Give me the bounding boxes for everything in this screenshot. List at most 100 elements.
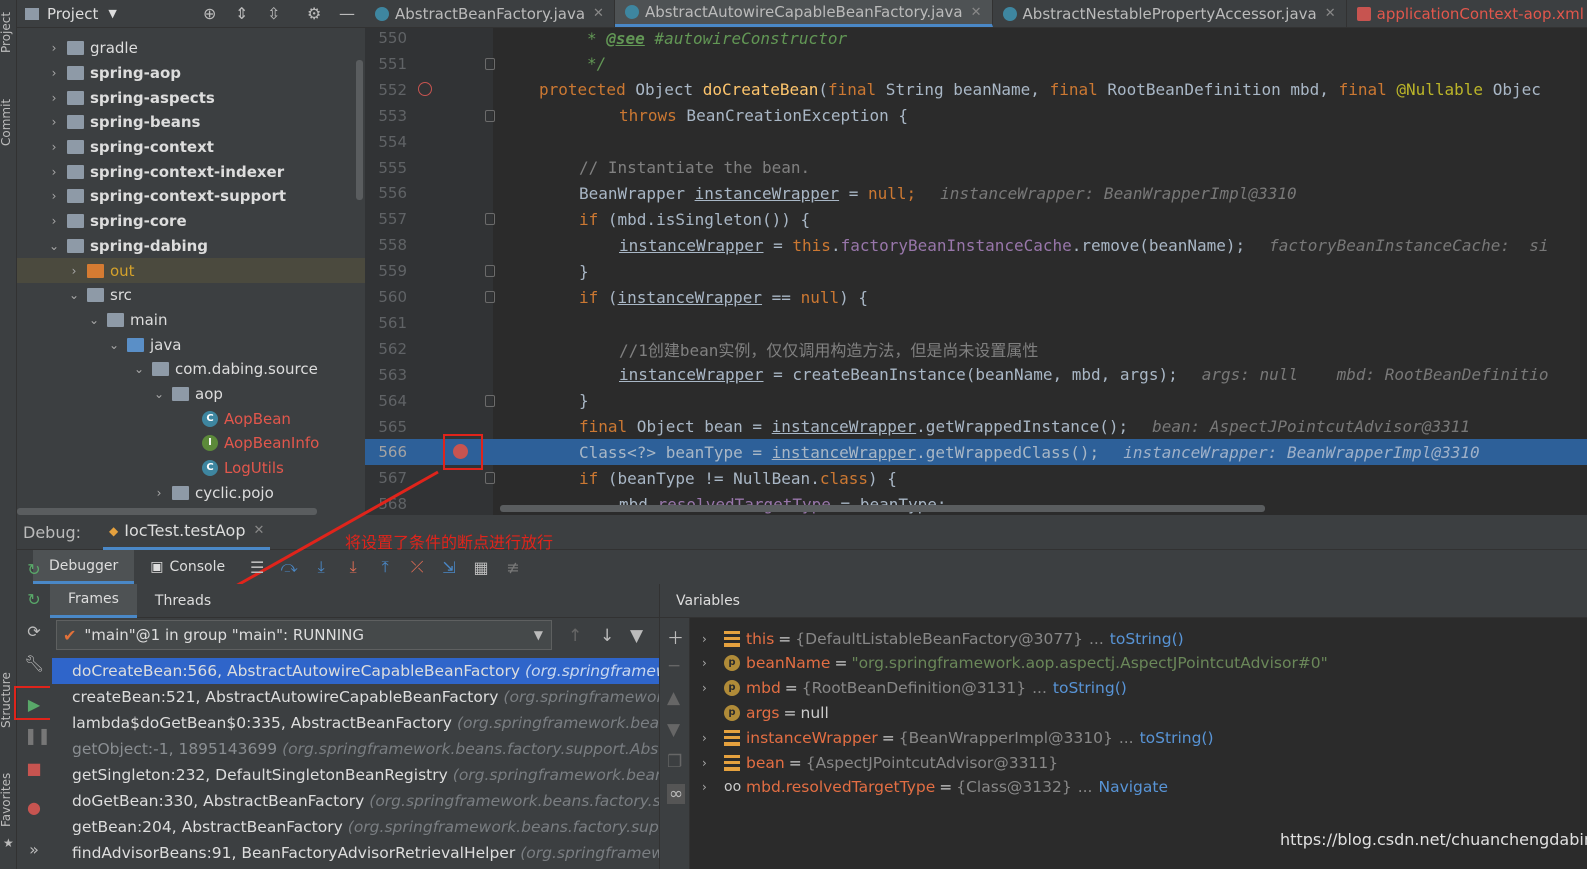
variable-action-link[interactable]: toString() xyxy=(1053,679,1127,697)
code-line[interactable]: 552 protected Object doCreateBean(final S… xyxy=(365,77,1587,103)
line-number[interactable]: 554 xyxy=(365,133,407,151)
down-icon[interactable]: ▼ xyxy=(667,720,680,740)
line-number[interactable]: 553 xyxy=(365,107,407,125)
chevron-right-icon[interactable]: › xyxy=(702,756,718,770)
code-line[interactable]: 555 // Instantiate the bean. xyxy=(365,155,1587,181)
tree-item[interactable]: ⌄ main xyxy=(17,308,365,333)
show-execution-point-icon[interactable]: ⤼ xyxy=(276,557,302,577)
tree-item[interactable]: ⌄ spring-dabing xyxy=(17,234,365,259)
line-number[interactable]: 562 xyxy=(365,340,407,358)
chevron-right-icon[interactable]: › xyxy=(47,66,61,80)
tab-abstract-bean-factory[interactable]: AbstractBeanFactory.java ✕ xyxy=(365,0,615,27)
thread-selector[interactable]: ✔ "main"@1 in group "main": RUNNING ▼ xyxy=(56,620,552,650)
filter-icon[interactable]: ▼ xyxy=(630,626,643,646)
add-icon[interactable]: ＋ xyxy=(667,624,684,649)
chevron-right-icon[interactable]: › xyxy=(702,656,718,670)
variable-row[interactable]: › bean = {AspectJPointcutAdvisor@3311} xyxy=(702,750,1058,775)
chevron-right-icon[interactable]: › xyxy=(702,780,718,794)
code-line[interactable]: 557 if (mbd.isSingleton()) { xyxy=(365,206,1587,232)
chevron-right-icon[interactable]: › xyxy=(702,681,718,695)
chevron-down-icon[interactable]: ⌄ xyxy=(47,239,61,253)
fold-marker-icon[interactable] xyxy=(485,472,495,485)
line-number[interactable]: 558 xyxy=(365,236,407,254)
frame-item[interactable]: getObject:-1, 1895143699 (org.springframe… xyxy=(52,736,659,762)
settings-icon[interactable]: ⟳ xyxy=(24,622,44,642)
code-line[interactable]: 558 instanceWrapper = this.factoryBeanIns… xyxy=(365,232,1587,258)
rerun-failed-icon[interactable]: ↻ xyxy=(24,590,44,610)
tree-item[interactable]: ⌄ aop xyxy=(17,382,365,407)
chevron-down-icon[interactable]: ▼ xyxy=(534,628,543,642)
editor-hscrollbar[interactable] xyxy=(500,505,1265,512)
frame-item[interactable]: getSingleton:232, DefaultSingletonBeanRe… xyxy=(52,762,659,788)
fold-marker-icon[interactable] xyxy=(485,394,495,407)
chevron-right-icon[interactable]: › xyxy=(702,731,718,745)
variable-row[interactable]: p args = null xyxy=(702,700,829,725)
wrench-icon[interactable]: 🔧︎ xyxy=(24,654,44,674)
trace-icon[interactable]: ≢ xyxy=(500,558,526,577)
tab-application-context-aop-xml[interactable]: applicationContext-aop.xml xyxy=(1347,0,1587,27)
code-line[interactable]: 556 BeanWrapper instanceWrapper = null; in… xyxy=(365,180,1587,206)
code-line[interactable]: 563 instanceWrapper = createBeanInstance(… xyxy=(365,362,1587,388)
fold-marker-icon[interactable] xyxy=(485,109,495,122)
tree-item[interactable]: › spring-core xyxy=(17,209,365,234)
locate-icon[interactable]: ⊕ xyxy=(203,4,216,23)
tree-item[interactable]: › spring-aspects xyxy=(17,85,365,110)
chevron-right-icon[interactable]: › xyxy=(47,140,61,154)
chevron-right-icon[interactable]: › xyxy=(152,486,166,500)
code-line[interactable]: 550 * @see #autowireConstructor xyxy=(365,25,1587,51)
tree-item[interactable]: › spring-context-support xyxy=(17,184,365,209)
line-number[interactable]: 557 xyxy=(365,210,407,228)
code-line[interactable]: 559} xyxy=(365,258,1587,284)
more-icon[interactable]: » xyxy=(24,840,44,860)
line-number[interactable]: 568 xyxy=(365,495,407,513)
tree-item[interactable]: ⌄ src xyxy=(17,283,365,308)
evaluate-expression-icon[interactable]: ▦ xyxy=(468,558,494,577)
code-line[interactable]: 560 if (instanceWrapper == null) { xyxy=(365,284,1587,310)
debug-session-tab[interactable]: ◆ IocTest.testAop ✕ xyxy=(103,515,271,550)
chevron-down-icon[interactable]: ⌄ xyxy=(132,362,146,376)
tree-item[interactable]: ⌄ com.dabing.source xyxy=(17,357,365,382)
stop-icon[interactable]: ■ xyxy=(24,759,44,779)
frame-item[interactable]: doGetBean:330, AbstractBeanFactory (org.s… xyxy=(52,788,659,814)
run-to-cursor-icon[interactable]: ⇲ xyxy=(436,558,462,577)
rerun-icon[interactable]: ↻ xyxy=(24,560,44,580)
line-number[interactable]: 561 xyxy=(365,314,407,332)
copy-icon[interactable]: ❐ xyxy=(667,752,682,772)
line-number[interactable]: 560 xyxy=(365,288,407,306)
frame-item[interactable]: getBean:204, AbstractBeanFactory (org.spr… xyxy=(52,814,659,840)
code-line[interactable]: 565 final Object bean = instanceWrapper.g… xyxy=(365,414,1587,440)
conditional-breakpoint-icon[interactable] xyxy=(453,444,468,459)
code-line[interactable]: 562 //1创建bean实例，仅仅调用构造方法，但是尚未设置属性 xyxy=(365,336,1587,362)
drop-frame-icon[interactable]: ⤫ xyxy=(404,557,430,577)
line-number[interactable]: 552 xyxy=(365,81,407,99)
favorites-tool-label[interactable]: Favorites xyxy=(0,768,16,832)
close-icon[interactable]: ✕ xyxy=(593,6,604,21)
chevron-down-icon[interactable]: ▼ xyxy=(108,7,116,20)
chevron-down-icon[interactable]: ⌄ xyxy=(107,338,121,352)
expand-all-icon[interactable]: ⇕ xyxy=(235,4,248,23)
code-line[interactable]: 553 throws BeanCreationException { xyxy=(365,103,1587,129)
override-marker-icon[interactable] xyxy=(418,82,432,96)
line-number[interactable]: 555 xyxy=(365,159,407,177)
frame-item[interactable]: findAdvisorBeans:91, BeanFactoryAdvisorR… xyxy=(52,840,659,866)
line-number[interactable]: 563 xyxy=(365,366,407,384)
chevron-right-icon[interactable]: › xyxy=(47,41,61,55)
tree-item[interactable]: ⌄ java xyxy=(17,332,365,357)
tree-item[interactable]: › cyclic.pojo xyxy=(17,480,365,505)
line-number[interactable]: 550 xyxy=(365,29,407,47)
variable-row[interactable]: › instanceWrapper = {BeanWrapperImpl@3310}.… xyxy=(702,725,1214,750)
code-line[interactable]: 561 xyxy=(365,310,1587,336)
line-number[interactable]: 564 xyxy=(365,392,407,410)
chevron-right-icon[interactable]: › xyxy=(47,214,61,228)
arrow-up-icon[interactable]: ↑ xyxy=(568,626,582,646)
project-vscrollbar[interactable] xyxy=(356,60,363,200)
close-icon[interactable]: ✕ xyxy=(1325,6,1336,21)
tab-console[interactable]: ▣ Console xyxy=(134,550,241,584)
star-icon[interactable]: ★ xyxy=(3,836,14,850)
chevron-down-icon[interactable]: ⌄ xyxy=(67,288,81,302)
frame-item[interactable]: createBean:521, AbstractAutowireCapableB… xyxy=(52,684,659,710)
frame-item[interactable]: doCreateBean:566, AbstractAutowireCapabl… xyxy=(52,658,659,684)
code-line[interactable]: 566 Class<?> beanType = instanceWrapper.g… xyxy=(365,439,1587,466)
tree-item[interactable]: C AopBean xyxy=(17,406,365,431)
collapse-all-icon[interactable]: ⇳ xyxy=(267,4,280,23)
